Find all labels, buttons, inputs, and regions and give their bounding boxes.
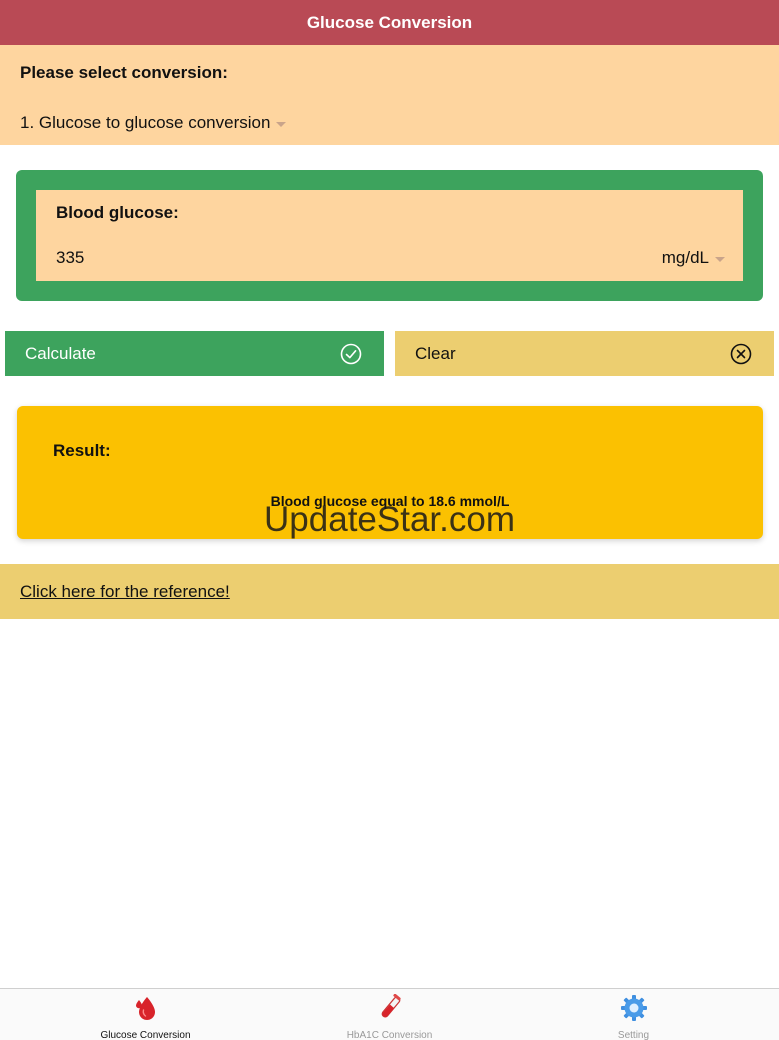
watermark: UpdateStar.com	[264, 500, 515, 539]
conversion-panel: Please select conversion: 1. Glucose to …	[0, 45, 779, 145]
conversion-select[interactable]: 1. Glucose to glucose conversion	[20, 113, 287, 133]
blood-glucose-label: Blood glucose:	[56, 203, 179, 222]
nav-bar: Glucose Conversion	[0, 0, 779, 45]
blood-drop-icon	[133, 994, 159, 1027]
tab-bar: Glucose Conversion HbA1C Conversion Sett…	[0, 988, 779, 1040]
check-circle-icon	[340, 343, 362, 365]
conversion-select-value: 1. Glucose to glucose conversion	[20, 113, 271, 132]
calculate-button[interactable]: Calculate	[5, 331, 384, 376]
gear-icon	[620, 994, 648, 1027]
tab-glucose-conversion[interactable]: Glucose Conversion	[0, 989, 291, 1040]
close-circle-icon	[730, 343, 752, 365]
blood-glucose-field-container: Blood glucose: mg/dL	[36, 190, 743, 281]
reference-bar: Click here for the reference!	[0, 564, 779, 619]
calculate-button-label: Calculate	[25, 343, 96, 363]
tab-label: HbA1C Conversion	[346, 1030, 433, 1040]
blood-glucose-card: Blood glucose: mg/dL	[16, 170, 763, 301]
page-title: Glucose Conversion	[306, 12, 473, 32]
tab-hba1c-conversion[interactable]: HbA1C Conversion	[291, 989, 488, 1040]
unit-select[interactable]: mg/dL	[662, 248, 725, 268]
blood-glucose-input[interactable]	[56, 248, 456, 268]
test-tube-icon	[376, 993, 404, 1027]
chevron-down-icon	[715, 256, 725, 262]
tab-setting[interactable]: Setting	[488, 989, 779, 1040]
clear-button[interactable]: Clear	[395, 331, 774, 376]
clear-button-label: Clear	[415, 343, 456, 363]
tab-label: Setting	[617, 1030, 650, 1040]
chevron-down-icon	[276, 121, 287, 127]
result-label: Result:	[53, 441, 111, 460]
tab-label: Glucose Conversion	[100, 1030, 191, 1040]
reference-link[interactable]: Click here for the reference!	[20, 582, 230, 602]
conversion-label: Please select conversion:	[20, 63, 228, 82]
unit-select-value: mg/dL	[661, 248, 709, 267]
